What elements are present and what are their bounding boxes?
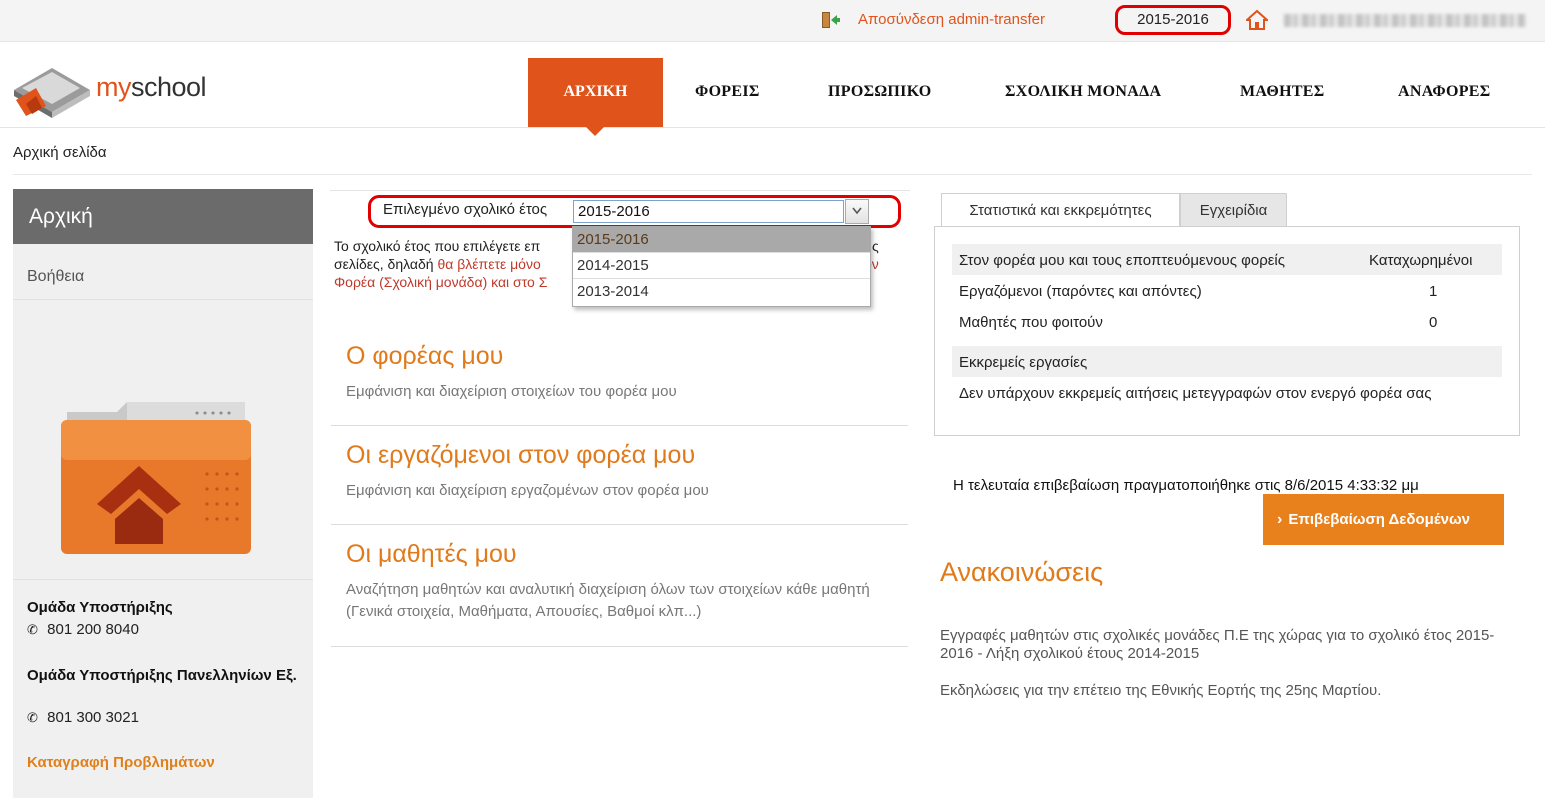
chevron-down-icon [852, 207, 862, 215]
nav-item-staff[interactable]: ΠΡΟΣΩΠΙΚΟ [828, 83, 932, 101]
sidebar: Αρχική Βοήθεια Ομάδα Υποστήριξης ✆ 801 2… [13, 189, 313, 798]
year-select-input[interactable]: 2015-2016 [573, 200, 844, 223]
main-header: myschool ΑΡΧΙΚΗ ΦΟΡΕΙΣ ΠΡΟΣΩΠΙΚΟ ΣΧΟΛΙΚΗ… [0, 42, 1545, 136]
year-select-toggle[interactable] [845, 199, 869, 224]
tab-statistics[interactable]: Στατιστικά και εκκρεμότητες [941, 193, 1180, 227]
section-divider [331, 646, 908, 647]
nav-item-home[interactable]: ΑΡΧΙΚΗ [528, 58, 663, 136]
stats-row-value: 1 [1429, 283, 1438, 300]
year-dropdown-list: 2015-2016 2014-2015 2013-2014 [572, 226, 871, 307]
info-line-3: Φορέα (Σχολική μονάδα) και στο Σ [334, 274, 548, 290]
phone-icon: ✆ [27, 622, 38, 637]
blurred-user-info [1284, 14, 1526, 27]
stats-row-label: Μαθητές που φοιτούν [959, 314, 1103, 331]
confirm-data-button-label: Επιβεβαίωση Δεδομένων [1288, 511, 1470, 528]
info-line-2: σελίδες, δηλαδή [334, 256, 438, 272]
current-year-badge: 2015-2016 [1115, 5, 1231, 35]
support-team-title: Ομάδα Υποστήριξης [27, 599, 173, 616]
breadcrumb-divider [13, 174, 1532, 175]
info-line-1: Το σχολικό έτος που επιλέγετε επ [334, 238, 541, 254]
myschool-logo-text: myschool [96, 72, 207, 102]
announcements-title: Ανακοινώσεις [940, 557, 1104, 587]
stats-row-label: Εργαζόμενοι (παρόντες και απόντες) [959, 283, 1202, 300]
panhellenic-support-title: Ομάδα Υποστήριξης Πανελληνίων Εξ. [27, 667, 297, 684]
nav-item-organizations[interactable]: ΦΟΡΕΙΣ [695, 83, 760, 101]
nav-item-school-unit[interactable]: ΣΧΟΛΙΚΗ ΜΟΝΑΔΑ [1005, 83, 1161, 101]
section-description: Αναζήτηση μαθητών και αναλυτική διαχείρι… [346, 581, 870, 620]
breadcrumb: Αρχική σελίδα [13, 144, 107, 161]
myschool-logo-icon[interactable] [12, 60, 92, 118]
section-description: Εμφάνιση και διαχείριση εργαζομένων στον… [346, 482, 709, 499]
panhellenic-phone-number: 801 300 3021 [47, 709, 139, 726]
section-title[interactable]: Ο φορέας μου [331, 342, 908, 371]
panhellenic-support-phone: ✆ 801 300 3021 [27, 709, 139, 726]
report-problems-link[interactable]: Καταγραφή Προβλημάτων [27, 754, 215, 771]
section-my-employees[interactable]: Οι εργαζόμενοι στον φορέα μου Εμφάνιση κ… [331, 441, 908, 502]
stats-row-value: 0 [1429, 314, 1438, 331]
sidebar-item-help[interactable]: Βοήθεια [27, 268, 84, 286]
info-highlight: θα βλέπετε μόνο [437, 256, 541, 272]
logout-icon[interactable] [820, 10, 840, 30]
nav-item-students[interactable]: ΜΑΘΗΤΕΣ [1240, 83, 1325, 101]
stats-header-label: Στον φορέα μου και τους εποπτευόμενους φ… [959, 252, 1285, 269]
sidebar-divider [13, 579, 313, 580]
stats-header-value: Καταχωρημένοι [1369, 252, 1473, 269]
phone-icon: ✆ [27, 710, 38, 725]
sidebar-title: Αρχική [13, 189, 313, 244]
confirm-data-button[interactable]: › Επιβεβαίωση Δεδομένων [1263, 494, 1504, 545]
section-description: Εμφάνιση και διαχείριση στοιχείων του φο… [346, 383, 677, 400]
section-title[interactable]: Οι μαθητές μου [331, 540, 908, 569]
home-folder-icon [61, 402, 251, 554]
sidebar-divider [13, 299, 313, 300]
pending-title: Εκκρεμείς εργασίες [959, 354, 1088, 371]
section-title[interactable]: Οι εργαζόμενοι στον φορέα μου [331, 441, 908, 470]
section-divider [331, 425, 908, 426]
pending-text: Δεν υπάρχουν εκκρεμείς αιτήσεις μετεγγρα… [959, 385, 1432, 402]
announcement-item[interactable]: Εκδηλώσεις για την επέτειο της Εθνικής Ε… [940, 682, 1520, 700]
last-confirmation-text: Η τελευταία επιβεβαίωση πραγματοποιήθηκε… [953, 477, 1419, 494]
support-phone: ✆ 801 200 8040 [27, 621, 139, 638]
tab-manuals[interactable]: Εγχειρίδια [1180, 193, 1287, 227]
support-phone-number: 801 200 8040 [47, 621, 139, 638]
announcement-item[interactable]: Εγγραφές μαθητών στις σχολικές μονάδες Π… [940, 627, 1520, 663]
section-my-organization[interactable]: Ο φορέας μου Εμφάνιση και διαχείριση στο… [331, 342, 908, 403]
year-option[interactable]: 2013-2014 [573, 279, 870, 305]
top-utility-bar: Αποσύνδεση admin-transfer 2015-2016 [0, 0, 1545, 42]
nav-item-reports[interactable]: ΑΝΑΦΟΡΕΣ [1398, 83, 1491, 101]
year-option[interactable]: 2014-2015 [573, 253, 870, 279]
year-select-label: Επιλεγμένο σχολικό έτος [383, 201, 548, 218]
logout-link[interactable]: Αποσύνδεση admin-transfer [858, 11, 1045, 28]
home-icon[interactable] [1246, 9, 1268, 31]
statistics-panel: Στον φορέα μου και τους εποπτευόμενους φ… [934, 226, 1520, 436]
section-my-students[interactable]: Οι μαθητές μου Αναζήτηση μαθητών και ανα… [331, 540, 908, 623]
year-option[interactable]: 2015-2016 [573, 227, 870, 253]
section-divider [331, 524, 908, 525]
info-line-1-tail: ς [872, 238, 879, 254]
nav-item-label: ΑΡΧΙΚΗ [563, 83, 628, 100]
chevron-right-icon: › [1277, 511, 1283, 528]
